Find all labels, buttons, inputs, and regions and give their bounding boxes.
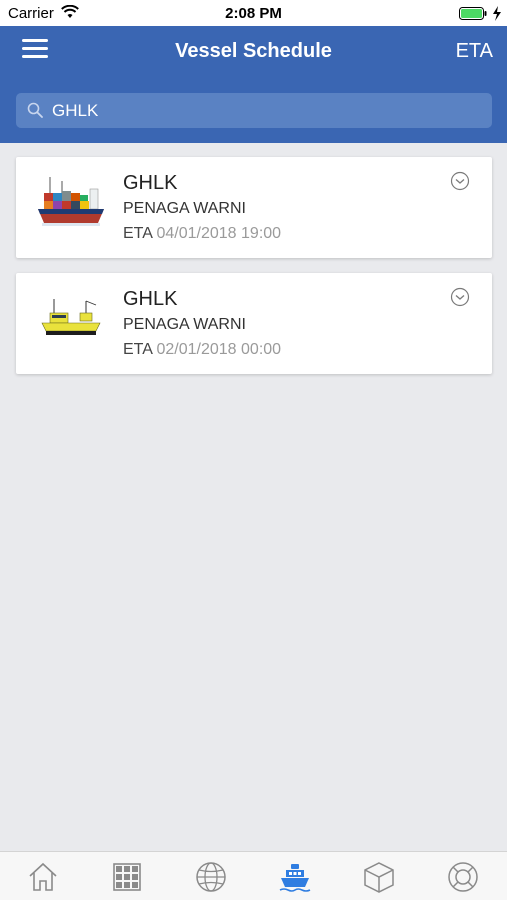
vessel-card[interactable]: GHLK PENAGA WARNI ETA 04/01/2018 19:00 [16,157,492,258]
lifebuoy-icon[interactable] [446,860,480,894]
container-ship-image [38,177,104,226]
battery-icon [459,7,487,20]
app-header: Vessel Schedule ETA [0,26,507,143]
vessel-eta: ETA 02/01/2018 00:00 [123,341,281,359]
vessel-code: GHLK [123,288,178,310]
vessel-name: PENAGA WARNI [123,200,246,217]
globe-icon[interactable] [194,860,228,894]
vessel-list: GHLK PENAGA WARNI ETA 04/01/2018 19:00 G… [16,157,492,389]
search-input[interactable] [52,93,472,128]
vessel-card[interactable]: GHLK PENAGA WARNI ETA 02/01/2018 00:00 [16,273,492,374]
eta-label: ETA [123,225,153,242]
vessel-eta: ETA 04/01/2018 19:00 [123,225,281,243]
tab-bar [0,851,507,900]
home-icon[interactable] [26,860,60,894]
vessel-name: PENAGA WARNI [123,316,246,333]
ship-icon[interactable] [278,860,312,894]
screen: Carrier 2:08 PM Vessel Schedule ETA GHLK… [0,0,507,900]
charging-icon [493,6,501,21]
search-bar[interactable] [16,93,492,128]
status-bar: Carrier 2:08 PM [0,0,507,26]
box-icon[interactable] [362,860,396,894]
page-title: Vessel Schedule [175,40,332,62]
eta-sort-button[interactable]: ETA [456,40,493,63]
eta-value: 02/01/2018 00:00 [156,341,282,358]
eta-value: 04/01/2018 19:00 [156,225,282,242]
eta-label: ETA [123,341,153,358]
grid-icon[interactable] [110,860,144,894]
chevron-down-icon[interactable] [450,287,470,307]
clock: 2:08 PM [225,5,282,22]
search-icon [27,102,43,118]
vessel-code: GHLK [123,172,178,194]
chevron-down-icon[interactable] [450,171,470,191]
yellow-supply-vessel-image [41,299,101,335]
